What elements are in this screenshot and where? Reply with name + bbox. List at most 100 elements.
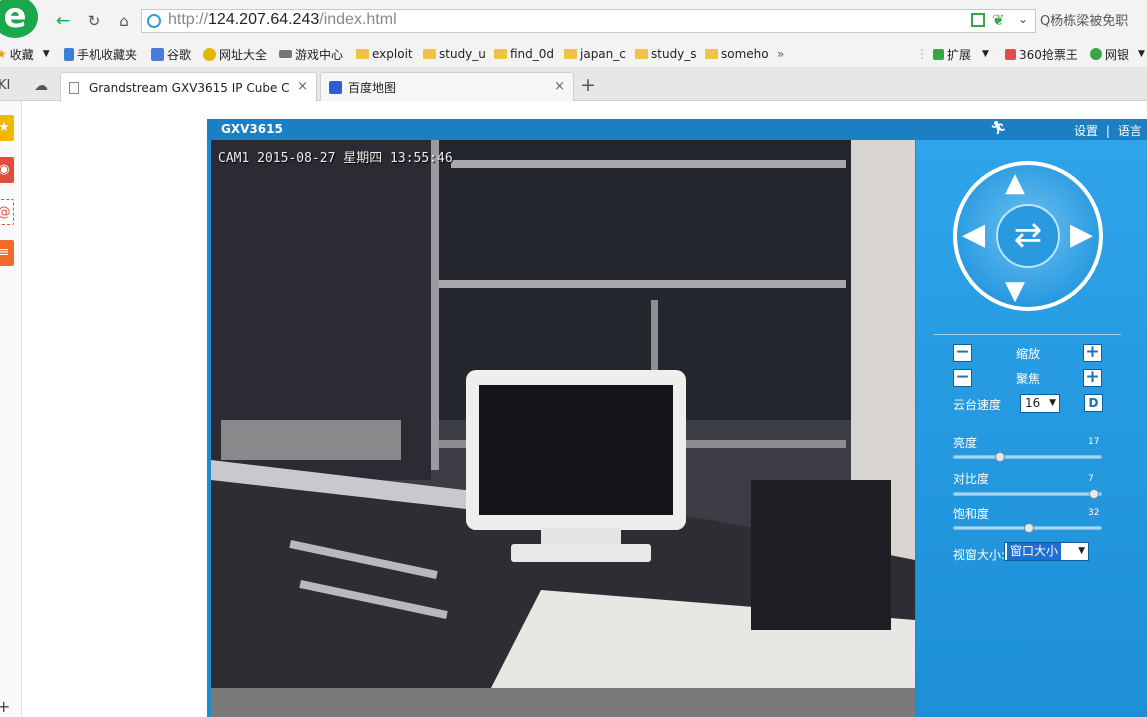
bookmark-label: study_s <box>651 47 697 61</box>
back-icon[interactable]: ← <box>52 10 74 32</box>
bookmark-label: study_u <box>439 47 486 61</box>
saturation-label: 饱和度 <box>953 507 990 521</box>
bookmark-japan-c[interactable]: japan_c <box>564 46 626 62</box>
ptz-right-arrow-icon[interactable]: ▶ <box>1070 220 1093 250</box>
reload-icon[interactable]: ↻ <box>83 10 105 32</box>
url-path: /index.html <box>319 11 397 28</box>
close-icon[interactable]: × <box>554 79 565 94</box>
extensions-button[interactable]: 扩展 ▼ <box>933 46 989 62</box>
browser-window: e ← ↻ ⌂ http://124.207.64.243/index.html… <box>0 0 1147 717</box>
bookmark-ticket[interactable]: 360抢票王 <box>1005 46 1078 62</box>
bookmark-label: japan_c <box>580 47 626 61</box>
chevron-down-icon: ▼ <box>42 49 50 59</box>
ptz-left-arrow-icon[interactable]: ◀ <box>962 220 985 250</box>
bookmark-exploit[interactable]: exploit <box>356 46 413 62</box>
phone-icon <box>64 47 74 61</box>
sidebar-star-icon[interactable]: ★ <box>0 115 14 141</box>
bookmark-favorites[interactable]: ★ 收藏 ▼ <box>0 46 50 62</box>
web-icon <box>203 47 216 61</box>
window-size-value: 窗口大小 <box>1007 543 1062 560</box>
d-button[interactable]: D <box>1084 394 1103 412</box>
contrast-value: 7 <box>1088 474 1094 484</box>
shield-icon <box>1090 48 1102 60</box>
google-icon <box>151 47 164 61</box>
tab-baidu-map[interactable]: 百度地图 × <box>320 72 574 101</box>
tab-label: Grandstream GXV3615 IP Cube Ca <box>89 80 289 95</box>
ptz-down-arrow-icon[interactable]: ▼ <box>1005 276 1025 306</box>
contrast-label: 对比度 <box>953 472 990 486</box>
address-text[interactable]: http://124.207.64.243/index.html <box>168 11 397 29</box>
bookmark-study-u[interactable]: study_u <box>423 46 486 62</box>
ptz-speed-value: 16 <box>1025 396 1041 410</box>
qrcode-icon[interactable] <box>971 13 985 27</box>
brightness-value: 17 <box>1088 437 1100 447</box>
tab-strip-edge: KI <box>0 78 11 93</box>
camera-model-title: GXV3615 <box>221 122 283 136</box>
motion-icon[interactable]: 🏃︎ <box>990 121 1007 136</box>
panel-divider <box>934 334 1121 335</box>
chevron-down-icon: ▼ <box>1049 398 1056 408</box>
saturation-slider-knob[interactable] <box>1023 523 1034 533</box>
zoom-in-button[interactable]: + <box>1083 344 1102 362</box>
search-input[interactable]: Q杨栋梁被免职 <box>1040 10 1147 32</box>
bookmark-games[interactable]: 游戏中心 <box>279 46 343 62</box>
paw-icon <box>329 80 342 94</box>
left-sidebar <box>0 101 22 717</box>
bookmark-label: 扩展 <box>947 47 972 62</box>
bookmark-bank[interactable]: 网银 ▼ <box>1090 46 1145 62</box>
sidebar-news-icon[interactable]: ≡ <box>0 240 14 266</box>
sidebar-mail-icon[interactable]: @ <box>0 199 14 225</box>
bookmarks-overflow-button[interactable]: » <box>777 46 784 62</box>
ptz-speed-label: 云台速度 <box>953 398 1002 412</box>
bookmark-someho[interactable]: someho <box>705 46 769 62</box>
bookmark-label: 手机收藏夹 <box>77 47 138 62</box>
bookmark-web[interactable]: 网址大全 <box>203 46 267 62</box>
close-icon[interactable]: × <box>297 79 308 94</box>
folder-icon <box>705 49 718 59</box>
window-size-select[interactable]: 窗口大小 ▼ <box>1004 542 1089 561</box>
folder-icon <box>635 49 648 59</box>
bookmark-find-0d[interactable]: find_0d <box>494 46 554 62</box>
zoom-label: 缩放 <box>1016 347 1041 361</box>
header-separator: | <box>1105 124 1110 138</box>
home-icon[interactable]: ⌂ <box>113 10 135 32</box>
url-host: 124.207.64.243 <box>208 11 320 28</box>
window-size-label: 视窗大小: <box>953 548 1006 562</box>
bookmark-label: 360抢票王 <box>1019 47 1078 62</box>
bookmark-study-s[interactable]: study_s <box>635 46 697 62</box>
bookmark-mobile[interactable]: 手机收藏夹 <box>64 46 137 62</box>
new-tab-button[interactable]: + <box>580 74 596 96</box>
chevron-down-icon: ▼ <box>1138 49 1145 59</box>
page-info-icon[interactable] <box>147 14 161 28</box>
cloud-icon[interactable]: ☁ <box>34 78 48 94</box>
bookmark-label: 游戏中心 <box>295 47 344 62</box>
folder-icon <box>423 49 436 59</box>
video-stream[interactable] <box>211 140 915 688</box>
bookmark-label: someho <box>721 47 769 61</box>
brightness-slider-knob[interactable] <box>994 452 1005 462</box>
contrast-slider[interactable] <box>953 492 1102 496</box>
ptz-auto-rotate-icon[interactable]: ⇄ <box>996 204 1060 268</box>
page-icon <box>69 81 79 94</box>
video-osd-timestamp: CAM1 2015-08-27 星期四 13:55:46 <box>218 151 453 166</box>
header-links: 设置 | 语言 <box>1074 122 1142 139</box>
chevron-down-icon[interactable]: ⌄ <box>1018 12 1028 26</box>
focus-far-button[interactable]: + <box>1083 369 1102 387</box>
bookmark-google[interactable]: 谷歌 <box>151 46 191 62</box>
ptz-up-arrow-icon[interactable]: ▲ <box>1005 168 1025 198</box>
ptz-speed-select[interactable]: 16 ▼ <box>1020 394 1060 413</box>
sidebar-weibo-icon[interactable]: ◉ <box>0 157 14 183</box>
saturation-value: 32 <box>1088 508 1100 518</box>
bookmark-label: 收藏 <box>9 47 34 62</box>
settings-link[interactable]: 设置 <box>1074 124 1098 138</box>
star-icon: ★ <box>0 47 7 61</box>
sidebar-add-icon[interactable]: + <box>0 697 10 716</box>
focus-near-button[interactable]: − <box>953 369 972 387</box>
leaf-icon[interactable]: ❦ <box>992 11 1005 29</box>
bookmark-label: 谷歌 <box>167 47 192 62</box>
zoom-out-button[interactable]: − <box>953 344 972 362</box>
brightness-slider[interactable] <box>953 455 1102 459</box>
tab-grandstream[interactable]: Grandstream GXV3615 IP Cube Ca × <box>60 72 317 102</box>
folder-icon <box>356 49 369 59</box>
language-link[interactable]: 语言 <box>1118 124 1142 138</box>
